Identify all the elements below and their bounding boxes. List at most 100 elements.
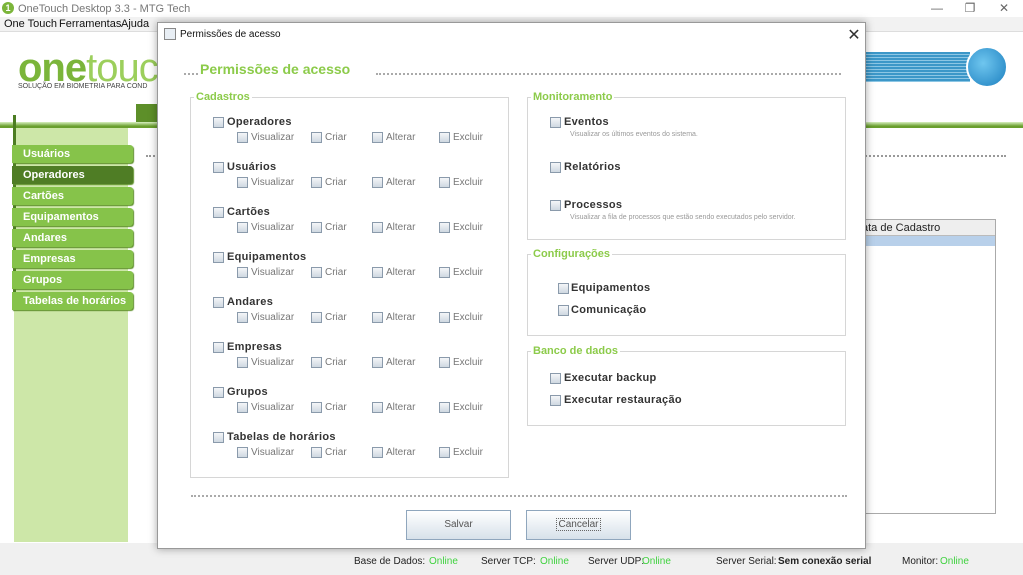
action-checkbox[interactable] [439, 132, 450, 143]
group-checkbox-4[interactable] [213, 297, 224, 308]
action-label: Criar [325, 357, 347, 368]
action-checkbox[interactable] [311, 132, 322, 143]
group-checkbox-2[interactable] [213, 207, 224, 218]
group-checkbox-3[interactable] [213, 252, 224, 263]
db-label: Base de Dados: [354, 556, 426, 567]
action-checkbox[interactable] [237, 447, 248, 458]
configuracoes-fieldset: Configurações Equipamentos Comunicação [527, 248, 846, 336]
action-checkbox[interactable] [237, 402, 248, 413]
action-label: Excluir [453, 132, 484, 143]
action-checkbox[interactable] [372, 312, 383, 323]
dialog-heading: Permissões de acesso [200, 61, 351, 77]
action-label: Criar [325, 222, 347, 233]
cancel-button[interactable]: Cancelar [526, 510, 631, 540]
close-window-button[interactable]: ✕ [987, 0, 1021, 17]
action-label: Alterar [386, 177, 416, 188]
action-checkbox[interactable] [311, 402, 322, 413]
sidebar-item-2[interactable]: Cartões [12, 187, 133, 205]
group-checkbox-5[interactable] [213, 342, 224, 353]
slogan: SOLUÇÃO EM BIOMETRIA PARA COND [18, 83, 148, 90]
window-title: OneTouch Desktop 3.3 - MTG Tech [18, 3, 191, 15]
config-checkbox-1[interactable] [558, 305, 569, 316]
action-label: Excluir [453, 402, 484, 413]
group-checkbox-0[interactable] [213, 117, 224, 128]
close-icon[interactable]: ✕ [846, 25, 862, 45]
menu-one-touch[interactable]: One Touch [4, 18, 57, 30]
db-checkbox-0[interactable] [550, 373, 561, 384]
menu-ferramentas[interactable]: Ferramentas [59, 18, 121, 30]
action-checkbox[interactable] [237, 177, 248, 188]
minimize-button[interactable]: — [920, 0, 954, 17]
monitor-checkbox-0[interactable] [550, 117, 561, 128]
action-checkbox[interactable] [372, 267, 383, 278]
sidebar-item-1[interactable]: Operadores [12, 166, 133, 184]
action-checkbox[interactable] [311, 267, 322, 278]
sidebar-item-4[interactable]: Andares [12, 229, 133, 247]
monitor-label: Monitor: [902, 556, 939, 567]
action-checkbox[interactable] [311, 312, 322, 323]
action-checkbox[interactable] [372, 402, 383, 413]
action-checkbox[interactable] [439, 267, 450, 278]
action-checkbox[interactable] [311, 222, 322, 233]
action-checkbox[interactable] [237, 312, 248, 323]
action-checkbox[interactable] [237, 357, 248, 368]
action-label: Excluir [453, 177, 484, 188]
monitoramento-fieldset: Monitoramento Eventos Visualizar os últim… [527, 91, 846, 240]
action-label: Visualizar [251, 222, 295, 233]
monitor-checkbox-1[interactable] [550, 162, 561, 173]
header-stripes [860, 52, 970, 82]
group-checkbox-7[interactable] [213, 432, 224, 443]
sidebar-item-6[interactable]: Grupos [12, 271, 133, 289]
action-checkbox[interactable] [311, 177, 322, 188]
action-label: Excluir [453, 222, 484, 233]
save-button[interactable]: Salvar [406, 510, 511, 540]
background-table: ata de Cadastro [855, 219, 996, 514]
action-checkbox[interactable] [372, 177, 383, 188]
group-checkbox-1[interactable] [213, 162, 224, 173]
action-checkbox[interactable] [237, 267, 248, 278]
action-checkbox[interactable] [372, 222, 383, 233]
action-checkbox[interactable] [439, 447, 450, 458]
action-checkbox[interactable] [311, 357, 322, 368]
sidebar-item-3[interactable]: Equipamentos [12, 208, 133, 226]
app-icon: 1 [2, 2, 14, 14]
table-row-selected[interactable] [856, 236, 995, 246]
action-checkbox[interactable] [372, 132, 383, 143]
config-checkbox-0[interactable] [558, 283, 569, 294]
action-checkbox[interactable] [237, 132, 248, 143]
banco-fieldset: Banco de dados Executar backup Executar r… [527, 345, 846, 426]
group-checkbox-6[interactable] [213, 387, 224, 398]
db-label-1: Executar restauração [564, 394, 682, 406]
db-checkbox-1[interactable] [550, 395, 561, 406]
group-label-0: Operadores [227, 116, 292, 128]
group-label-1: Usuários [227, 161, 277, 173]
action-label: Alterar [386, 132, 416, 143]
permissions-dialog: Permissões de acesso ✕ Permissões de ace… [157, 22, 866, 549]
action-checkbox[interactable] [439, 402, 450, 413]
action-label: Criar [325, 132, 347, 143]
restore-button[interactable]: ❐ [953, 0, 987, 17]
cadastros-legend: Cadastros [194, 91, 252, 103]
action-checkbox[interactable] [439, 357, 450, 368]
action-checkbox[interactable] [372, 447, 383, 458]
action-label: Excluir [453, 447, 484, 458]
action-checkbox[interactable] [439, 177, 450, 188]
action-label: Alterar [386, 312, 416, 323]
action-checkbox[interactable] [311, 447, 322, 458]
action-label: Criar [325, 312, 347, 323]
sidebar-item-5[interactable]: Empresas [12, 250, 133, 268]
monitor-checkbox-2[interactable] [550, 200, 561, 211]
action-checkbox[interactable] [237, 222, 248, 233]
action-checkbox[interactable] [439, 222, 450, 233]
serial-label: Server Serial: [716, 556, 777, 567]
config-label-1: Comunicação [571, 304, 647, 316]
action-checkbox[interactable] [372, 357, 383, 368]
action-checkbox[interactable] [439, 312, 450, 323]
menu-ajuda[interactable]: Ajuda [121, 18, 149, 30]
heading-dots-left [184, 73, 198, 75]
monitor-label-2: Processos [564, 199, 623, 211]
action-label: Excluir [453, 357, 484, 368]
sidebar-item-7[interactable]: Tabelas de horários [12, 292, 133, 310]
table-header[interactable]: ata de Cadastro [856, 220, 995, 236]
sidebar-item-0[interactable]: Usuários [12, 145, 133, 163]
